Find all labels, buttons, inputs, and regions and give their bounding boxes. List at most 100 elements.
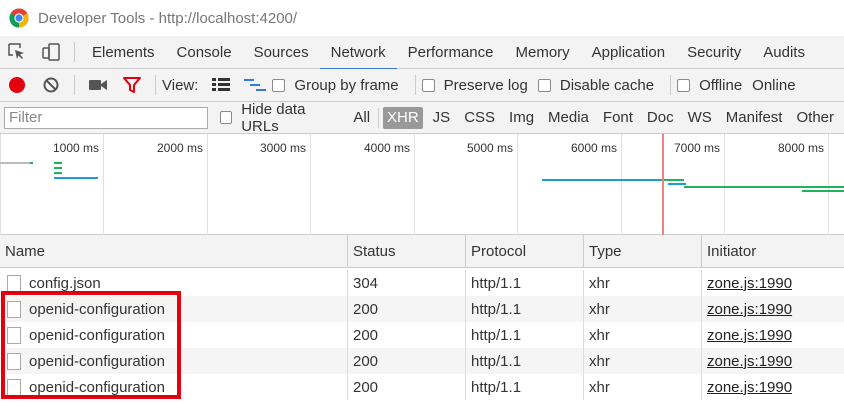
throttling-select[interactable]: Online	[752, 77, 795, 94]
timeline-request-bar	[54, 177, 98, 179]
type-filter-media[interactable]: Media	[544, 107, 593, 129]
column-header-initiator[interactable]: Initiator	[702, 235, 844, 268]
toolbar-divider	[670, 75, 672, 95]
initiator-link[interactable]: zone.js:1990	[707, 275, 792, 292]
column-header-name[interactable]: Name	[0, 235, 348, 268]
column-header-status[interactable]: Status	[348, 235, 466, 268]
type-filter-ws[interactable]: WS	[684, 107, 716, 129]
tab-sources[interactable]: Sources	[243, 36, 320, 69]
initiator-link[interactable]: zone.js:1990	[707, 379, 792, 396]
type-filter-doc[interactable]: Doc	[643, 107, 678, 129]
document-icon	[7, 300, 21, 318]
devtools-tabbar: Elements Console Sources Network Perform…	[0, 36, 844, 70]
filter-input[interactable]	[4, 106, 208, 129]
status-cell: 200	[348, 374, 466, 400]
timeline-tick-label: 7000 ms	[673, 141, 720, 155]
type-filter-font[interactable]: Font	[599, 107, 637, 129]
toolbar-divider	[155, 75, 156, 95]
inspect-element-icon[interactable]	[0, 36, 34, 69]
timeline-tick-label: 1000 ms	[52, 141, 99, 155]
request-name: openid-configuration	[29, 326, 165, 344]
overview-toggle-button[interactable]	[238, 69, 272, 102]
tab-performance[interactable]: Performance	[397, 36, 505, 69]
name-cell: openid-configuration	[0, 322, 348, 348]
timeline-request-bar	[54, 162, 62, 164]
filter-bar: Hide data URLs All XHR JS CSS Img Media …	[0, 101, 844, 135]
timeline-request-bar	[664, 179, 684, 181]
device-toolbar-icon[interactable]	[34, 36, 68, 69]
status-cell: 200	[348, 348, 466, 374]
toolbar-divider	[74, 75, 75, 95]
tabbar-divider	[74, 42, 75, 62]
initiator-link[interactable]: zone.js:1990	[707, 301, 792, 318]
tab-memory[interactable]: Memory	[505, 36, 581, 69]
request-name: openid-configuration	[29, 352, 165, 370]
filter-divider	[378, 107, 379, 128]
type-cell: xhr	[584, 348, 702, 374]
timeline-tick-label: 5000 ms	[466, 141, 513, 155]
preserve-log-checkbox[interactable]: Preserve log	[421, 77, 528, 94]
table-row[interactable]: openid-configuration 200 http/1.1 xhr zo…	[0, 374, 844, 400]
column-header-type[interactable]: Type	[584, 235, 702, 268]
timeline-gridline	[414, 134, 415, 235]
offline-checkbox[interactable]: Offline	[677, 77, 742, 94]
column-header-protocol[interactable]: Protocol	[466, 235, 584, 268]
type-filter-css[interactable]: CSS	[460, 107, 499, 129]
group-by-frame-checkbox[interactable]: Group by frame	[272, 77, 399, 94]
timeline-gridline	[0, 134, 1, 235]
clear-icon	[43, 77, 59, 93]
timeline-request-bar	[54, 167, 62, 169]
hide-data-urls-checkbox[interactable]: Hide data URLs	[220, 101, 339, 135]
filter-funnel-icon	[123, 77, 141, 93]
disable-cache-checkbox[interactable]: Disable cache	[537, 77, 654, 94]
timeline-gridline	[103, 134, 104, 235]
network-overview-timeline[interactable]: 1000 ms 2000 ms 3000 ms 4000 ms 5000 ms …	[0, 134, 844, 235]
timeline-gridline	[621, 134, 622, 235]
table-row[interactable]: openid-configuration 200 http/1.1 xhr zo…	[0, 322, 844, 348]
table-row[interactable]: config.json 304 http/1.1 xhr zone.js:199…	[0, 270, 844, 296]
load-event-marker	[662, 134, 664, 235]
filter-toggle-button[interactable]	[115, 69, 149, 102]
timeline-tick-label: 8000 ms	[777, 141, 824, 155]
tab-security[interactable]: Security	[676, 36, 752, 69]
capture-screenshots-button[interactable]	[81, 69, 115, 102]
document-icon	[7, 326, 21, 344]
type-filter-other[interactable]: Other	[792, 107, 838, 129]
window-titlebar: Developer Tools - http://localhost:4200/	[0, 0, 844, 36]
initiator-cell: zone.js:1990	[702, 374, 844, 400]
record-button[interactable]	[0, 69, 34, 102]
table-row[interactable]: openid-configuration 200 http/1.1 xhr zo…	[0, 296, 844, 322]
checkbox-box	[421, 78, 435, 92]
type-filter-img[interactable]: Img	[505, 107, 538, 129]
tab-network[interactable]: Network	[319, 36, 397, 70]
type-filter-js[interactable]: JS	[429, 107, 455, 129]
type-filter-all[interactable]: All	[349, 107, 374, 129]
tab-elements[interactable]: Elements	[81, 36, 166, 69]
table-row[interactable]: openid-configuration 200 http/1.1 xhr zo…	[0, 348, 844, 374]
name-cell: openid-configuration	[0, 374, 348, 400]
timeline-tick-label: 6000 ms	[570, 141, 617, 155]
tab-console[interactable]: Console	[166, 36, 243, 69]
request-name: openid-configuration	[29, 300, 165, 318]
document-icon	[7, 378, 21, 396]
initiator-link[interactable]: zone.js:1990	[707, 353, 792, 370]
type-filter-manifest[interactable]: Manifest	[722, 107, 787, 129]
type-filter-xhr[interactable]: XHR	[383, 106, 423, 129]
hide-data-urls-label: Hide data URLs	[241, 100, 306, 135]
offline-label: Offline	[699, 76, 743, 94]
document-icon	[7, 352, 21, 370]
timeline-gridline	[310, 134, 311, 235]
checkbox-box	[272, 78, 286, 92]
large-rows-button[interactable]	[204, 69, 238, 102]
video-camera-icon	[89, 80, 107, 90]
timeline-gridline	[517, 134, 518, 235]
initiator-cell: zone.js:1990	[702, 296, 844, 322]
tab-application[interactable]: Application	[581, 36, 676, 69]
status-cell: 200	[348, 322, 466, 348]
tab-audits[interactable]: Audits	[752, 36, 816, 69]
timeline-gridline	[828, 134, 829, 235]
initiator-cell: zone.js:1990	[702, 270, 844, 296]
clear-button[interactable]	[34, 69, 68, 102]
initiator-link[interactable]: zone.js:1990	[707, 327, 792, 344]
timeline-request-bar	[802, 190, 844, 192]
